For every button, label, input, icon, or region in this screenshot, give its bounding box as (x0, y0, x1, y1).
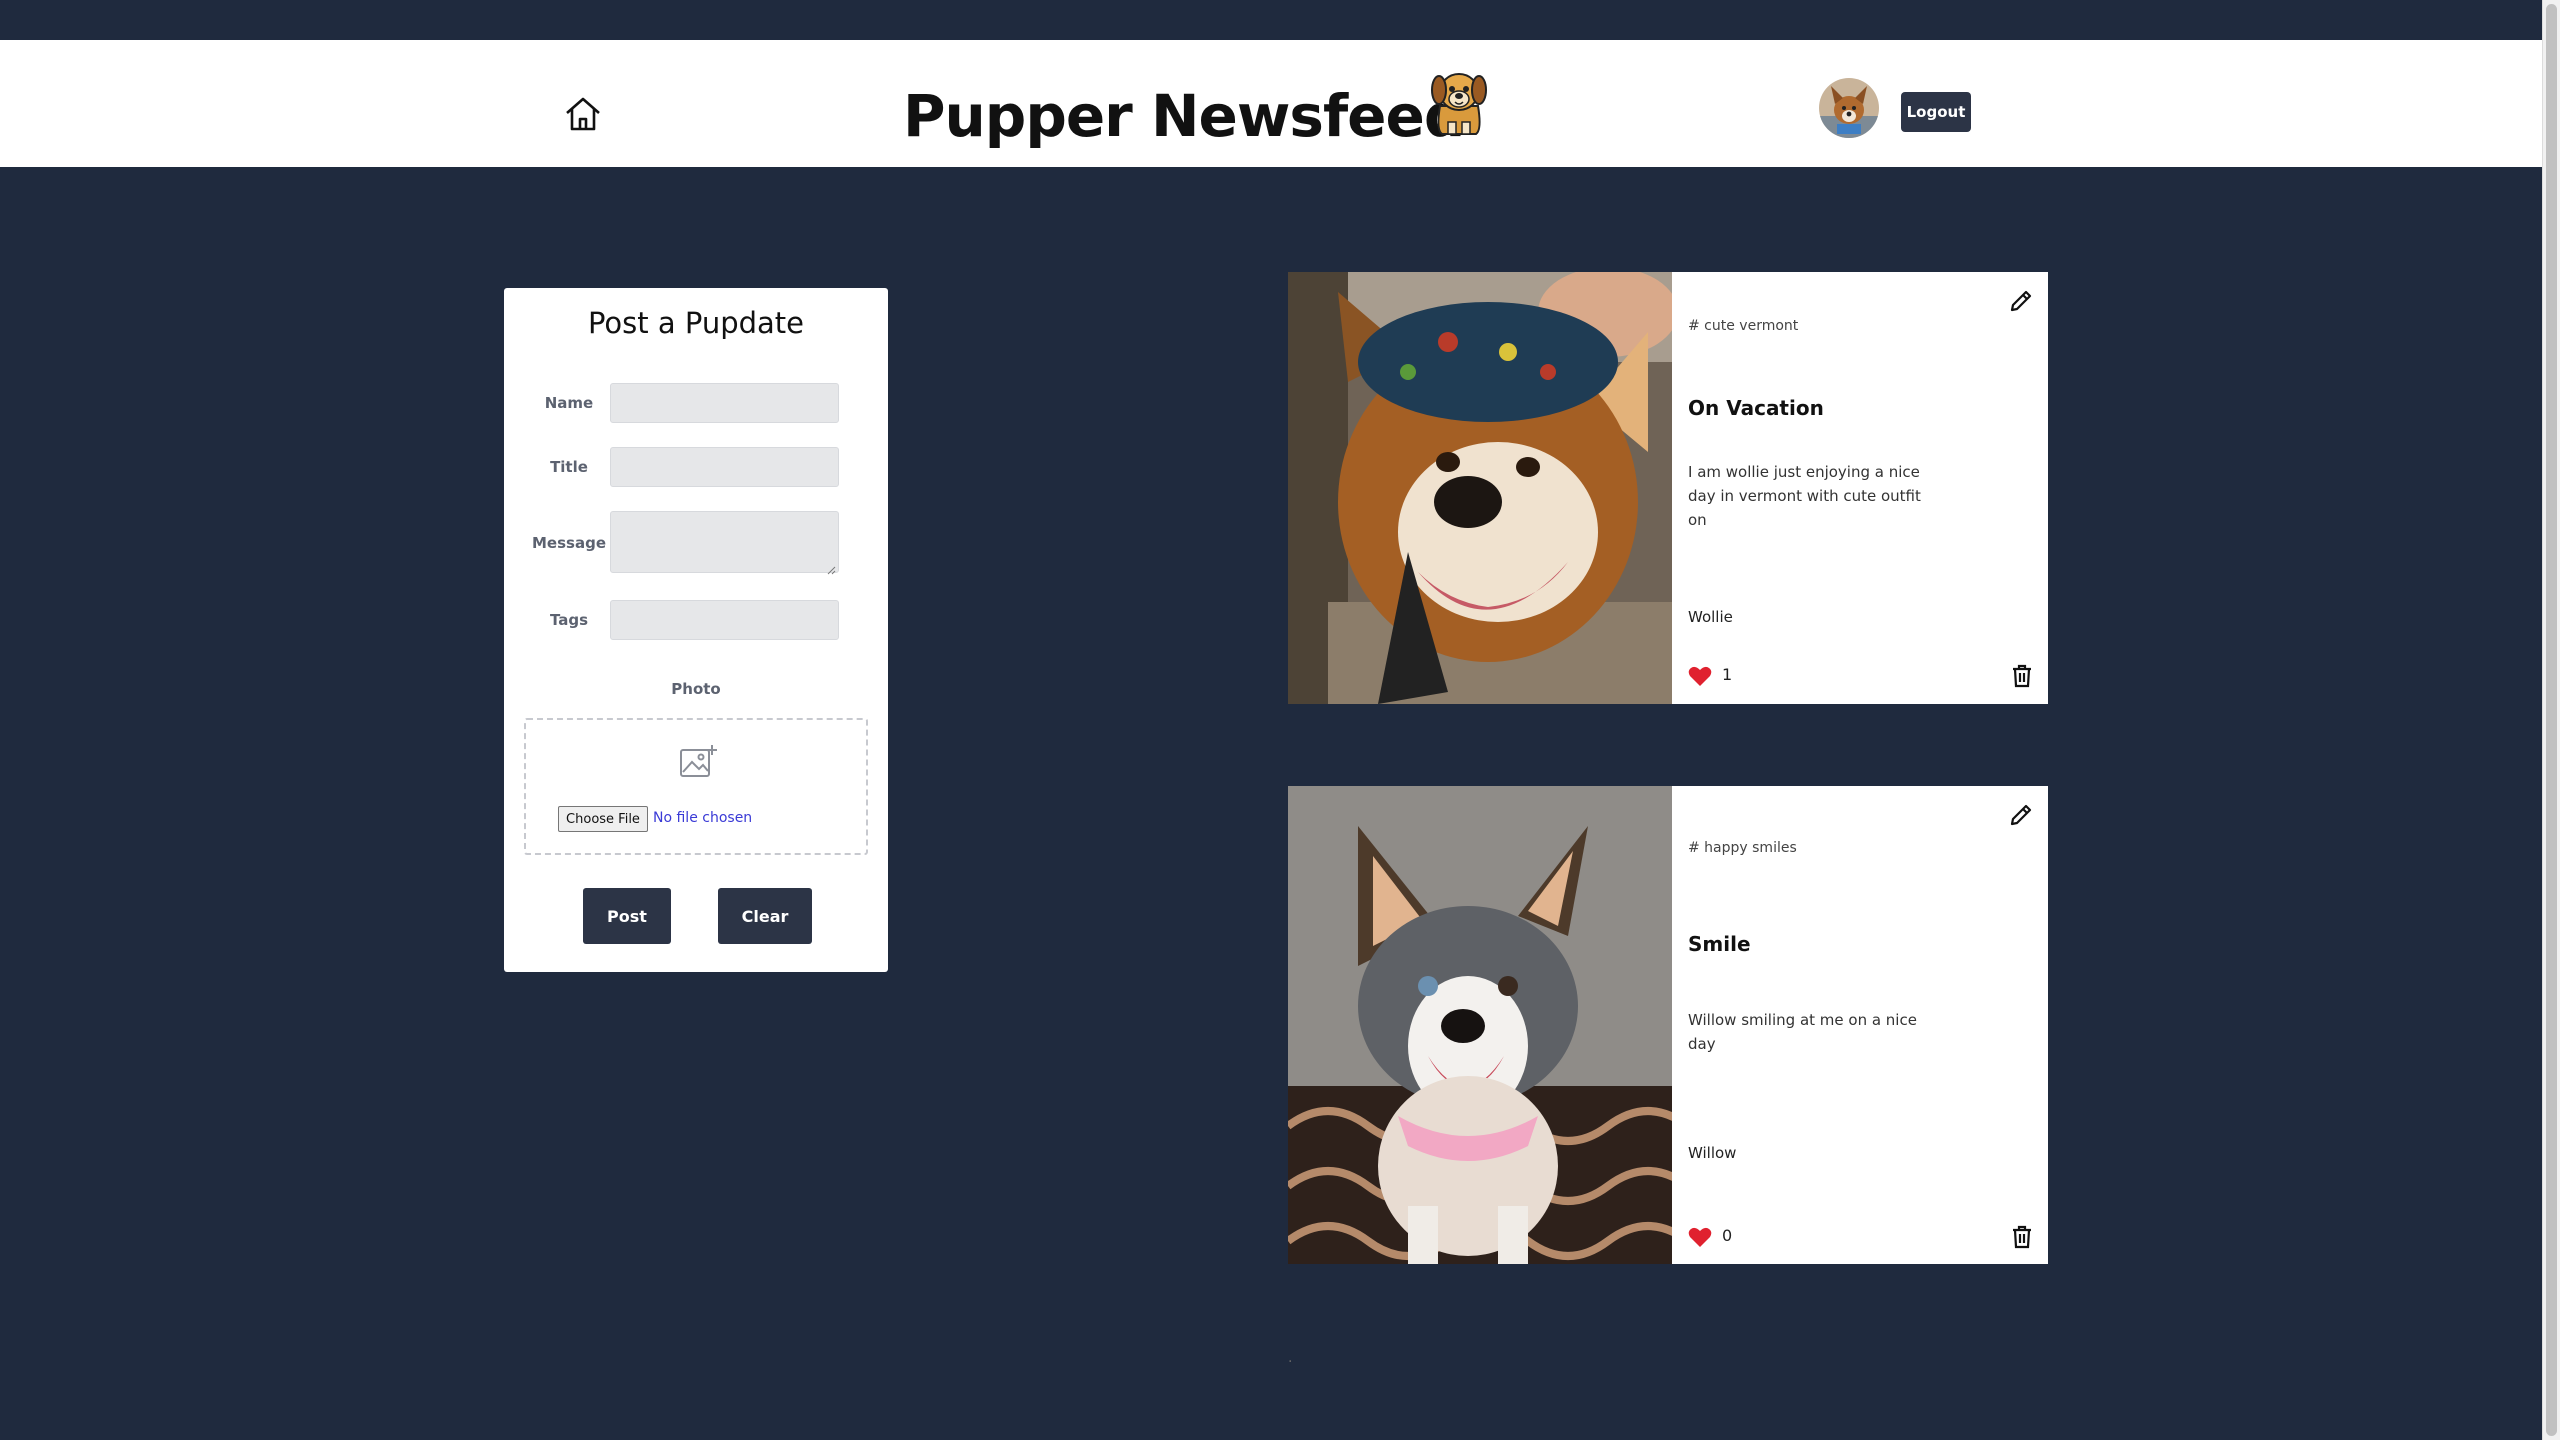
heart-icon[interactable] (1688, 665, 1712, 687)
post-photo (1288, 272, 1672, 704)
post-author: Wollie (1688, 608, 1733, 626)
home-icon[interactable] (563, 94, 603, 134)
image-add-icon (678, 742, 718, 782)
like-count: 0 (1722, 1226, 1733, 1245)
edit-icon[interactable] (2008, 802, 2034, 828)
post-message: Willow smiling at me on a nice day (1688, 1011, 1917, 1053)
like-count: 1 (1722, 665, 1733, 684)
avatar[interactable] (1819, 78, 1879, 138)
site-title: Pupper Newsfeed (903, 82, 1465, 150)
post-title: Smile (1688, 932, 1751, 956)
post-tag: # happy smiles (1688, 840, 1797, 856)
name-field[interactable] (610, 383, 839, 423)
message-label: Message (532, 534, 606, 552)
message-field[interactable] (610, 511, 839, 575)
trash-icon[interactable] (2010, 663, 2034, 689)
name-label: Name (544, 394, 594, 412)
trash-icon[interactable] (2010, 1224, 2034, 1250)
clear-button[interactable]: Clear (718, 888, 812, 944)
post-card: # happy smiles Smile Willow smiling at m… (1288, 786, 2048, 1264)
scrollbar-thumb[interactable] (2546, 4, 2557, 1436)
title-label: Title (550, 458, 588, 476)
site-header: Pupper Newsfeed Logout (0, 40, 2542, 167)
page-scrollbar[interactable] (2542, 0, 2560, 1440)
photo-dropzone[interactable]: Choose File No file chosen (524, 718, 868, 855)
post-message: I am wollie just enjoying a nice day in … (1688, 463, 1921, 529)
edit-icon[interactable] (2008, 288, 2034, 314)
post-photo (1288, 786, 1672, 1264)
post-author: Willow (1688, 1144, 1737, 1162)
choose-file-button[interactable]: Choose File (558, 806, 648, 832)
form-title: Post a Pupdate (587, 306, 805, 340)
post-body: # happy smiles Smile Willow smiling at m… (1672, 786, 2048, 1264)
post-body: # cute vermont On Vacation I am wollie j… (1672, 272, 2048, 704)
tags-label: Tags (549, 611, 589, 629)
heart-icon[interactable] (1688, 1226, 1712, 1248)
no-file-text: No file chosen (653, 810, 753, 826)
post-button[interactable]: Post (583, 888, 671, 944)
post-card: # cute vermont On Vacation I am wollie j… (1288, 272, 2048, 704)
post-form-card: Post a Pupdate Name Title Message Tags P… (504, 288, 888, 972)
stray-dot: . (1288, 1350, 1293, 1366)
dog-logo-icon (1428, 68, 1490, 138)
resize-grip-icon[interactable] (826, 560, 836, 575)
post-title: On Vacation (1688, 396, 1824, 420)
logout-button[interactable]: Logout (1901, 92, 1971, 132)
photo-label: Photo (671, 680, 721, 698)
title-field[interactable] (610, 447, 839, 487)
post-tag: # cute vermont (1688, 318, 1799, 334)
tags-field[interactable] (610, 600, 839, 640)
